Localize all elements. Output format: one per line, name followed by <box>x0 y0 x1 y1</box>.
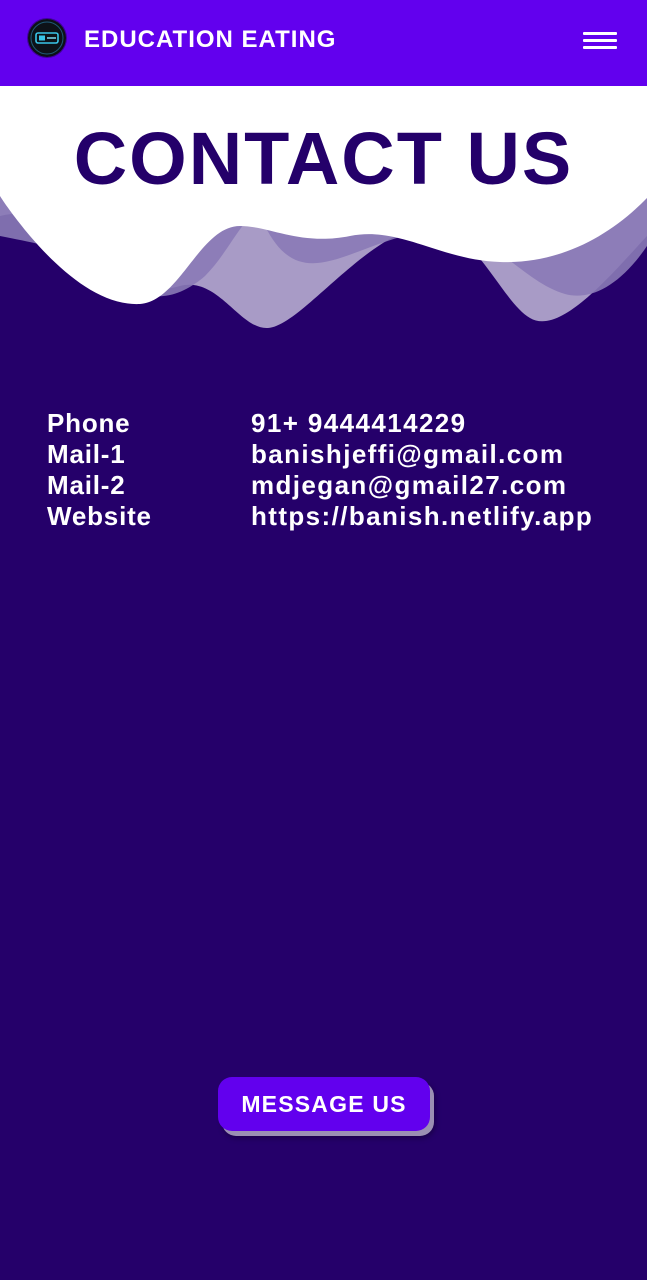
hamburger-menu-icon[interactable] <box>583 28 617 52</box>
website-link[interactable]: https://banish.netlify.app <box>251 501 593 532</box>
phone-number[interactable]: 91+ 9444414229 <box>251 408 467 439</box>
contact-label: Phone <box>47 408 131 438</box>
page-title: CONTACT US <box>73 117 574 200</box>
contact-info-table: Phone 91+ 9444414229 Mail-1 banishjeffi@… <box>47 408 637 532</box>
contact-label: Mail-1 <box>47 439 126 469</box>
menu-bar <box>583 46 617 49</box>
email-link-2[interactable]: mdjegan@gmail27.com <box>251 470 567 501</box>
contact-row-phone: Phone 91+ 9444414229 <box>47 408 637 439</box>
navbar: EDUCATION EATING <box>0 0 647 86</box>
contact-row-website: Website https://banish.netlify.app <box>47 501 637 532</box>
email-link-1[interactable]: banishjeffi@gmail.com <box>251 439 564 470</box>
contact-label: Mail-2 <box>47 470 126 500</box>
brand-title[interactable]: EDUCATION EATING <box>84 24 336 56</box>
menu-bar <box>583 32 617 35</box>
message-us-button[interactable]: MESSAGE US <box>218 1077 430 1131</box>
menu-bar <box>583 39 617 42</box>
contact-label: Website <box>47 501 152 531</box>
contact-row-mail-1: Mail-1 banishjeffi@gmail.com <box>47 439 637 470</box>
education-logo-icon[interactable] <box>28 19 66 57</box>
contact-row-mail-2: Mail-2 mdjegan@gmail27.com <box>47 470 637 501</box>
